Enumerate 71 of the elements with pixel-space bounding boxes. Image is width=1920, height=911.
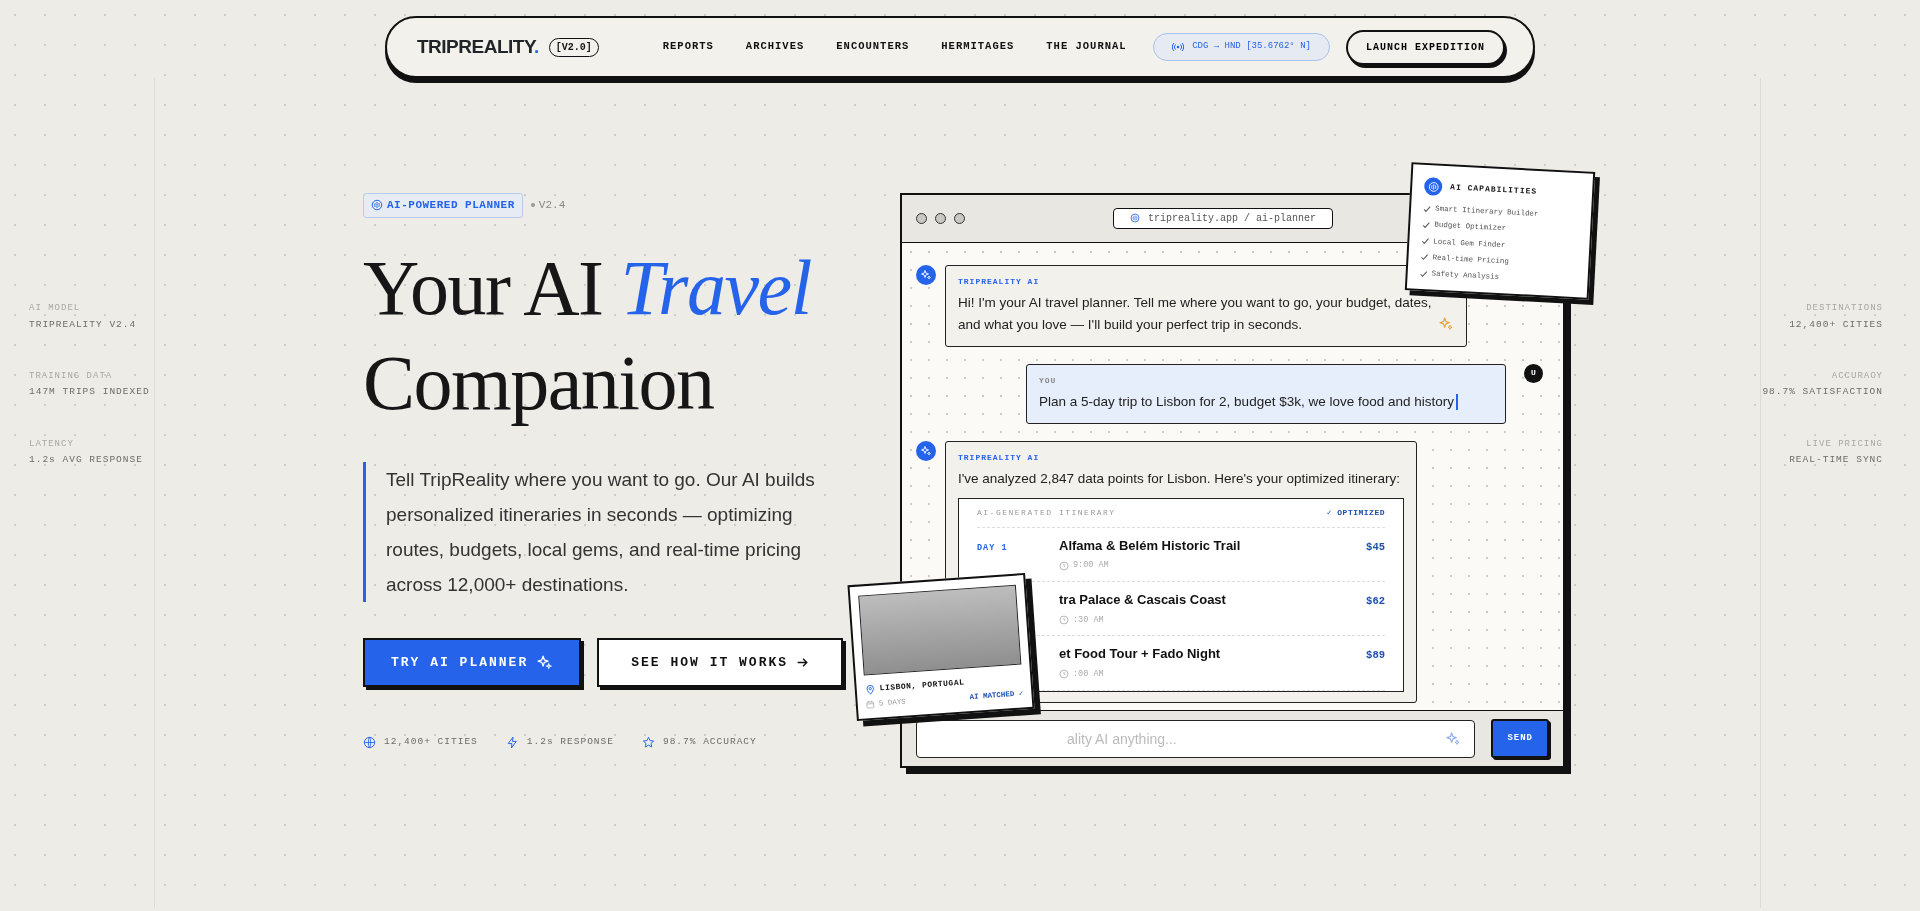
clock-icon — [1059, 560, 1069, 571]
stat-value: 12,400+ CITIES — [1788, 317, 1883, 332]
stat-label: LATENCY — [29, 437, 75, 451]
sender-label: TRIPREALITY AI — [958, 451, 1041, 464]
location-label: LISBON, PORTUGAL — [879, 676, 965, 695]
stat-value: 147M TRIPS INDEXED — [29, 385, 151, 400]
dot-icon — [530, 203, 535, 208]
activity-title: Alfama & Belém Historic Trail — [1059, 536, 1242, 555]
hero-description: Tell TripReality where you want to go. Our AI builds personalized itineraries in seconds — optimizing routes, budgets, local gems, and real-time pricing across 12,000+ destinations. — [363, 461, 833, 602]
hero-stat: 1.2s RESPONSE — [526, 735, 614, 750]
hero-heading: Your AI Travel Companion — [363, 242, 812, 428]
clock-icon — [1059, 614, 1069, 625]
nav-link[interactable]: REPORTS — [662, 39, 714, 55]
hero-stat: 12,400+ CITIES — [384, 735, 478, 750]
message-text: Plan a 5-day trip to Lisbon for 2, budget $3k, we love food and history — [1039, 392, 1454, 411]
stat-label: LIVE PRICING — [1805, 437, 1883, 451]
star-icon — [641, 735, 655, 749]
activity-time: :30 AM — [1073, 613, 1104, 627]
hero-stat: 98.7% ACCURACY — [662, 735, 757, 750]
address-bar: tripreality.app / ai-planner — [1113, 207, 1333, 229]
brand-logo[interactable]: TRIPREALITY. — [417, 32, 539, 62]
location-pin-icon — [864, 683, 877, 695]
sender-label: YOU — [1039, 374, 1058, 387]
stat-value: REAL-TIME SYNC — [1788, 453, 1883, 467]
arrow-right-icon — [796, 656, 810, 670]
broadcast-icon — [1172, 42, 1185, 52]
user-avatar: U — [1524, 363, 1543, 383]
stat-label: DESTINATIONS — [1805, 302, 1883, 315]
sparkle-icon — [536, 654, 554, 672]
globe-icon — [363, 735, 376, 749]
nav-link[interactable]: THE JOURNAL — [1046, 39, 1127, 55]
see-how-it-works-button[interactable]: SEE HOW IT WORKS — [597, 637, 844, 688]
launch-expedition-button[interactable]: LAUNCH EXPEDITION — [1345, 29, 1505, 65]
stat-label: AI MODEL — [29, 302, 82, 315]
activity-price: $89 — [1366, 648, 1385, 664]
activity-title: tra Palace & Cascais Coast — [1059, 591, 1227, 610]
message-text: I've analyzed 2,847 data points for Lisbon. Here's your optimized itinerary: — [958, 469, 1400, 488]
text-cursor — [1456, 393, 1458, 410]
window-dot — [916, 212, 927, 224]
stat-value: 98.7% SATISFACTION — [1761, 385, 1883, 400]
send-button[interactable]: SEND — [1491, 718, 1549, 759]
chat-input[interactable]: ality AI anything... — [916, 719, 1476, 758]
sparkle-icon — [1438, 315, 1454, 332]
nav-link[interactable]: ENCOUNTERS — [836, 39, 910, 55]
card-title: AI CAPABILITIES — [1449, 181, 1538, 198]
bolt-icon — [505, 735, 519, 749]
activity-price: $62 — [1366, 594, 1385, 610]
sparkle-icon — [1445, 730, 1462, 747]
route-indicator: CDG → HND [35.6762° N] — [1153, 33, 1330, 61]
activity-price: $45 — [1366, 539, 1385, 555]
nav-link[interactable]: ARCHIVES — [745, 39, 805, 55]
stat-value: 1.2s AVG RESPONSE — [29, 453, 144, 467]
clock-icon — [1059, 669, 1069, 680]
calendar-icon — [865, 699, 876, 710]
activity-title: et Food Tour + Fado Night — [1059, 645, 1222, 664]
window-dot — [954, 212, 965, 224]
day-label: DAY 1 — [977, 542, 1008, 553]
version-label: V2.4 — [538, 198, 566, 213]
activity-time: :00 AM — [1073, 667, 1104, 681]
nav-link[interactable]: HERMITAGES — [941, 39, 1015, 55]
feature-badge: AI-POWERED PLANNER — [363, 193, 523, 218]
stat-label: TRAINING DATA — [29, 369, 114, 383]
message-text: Hi! I'm your AI travel planner. Tell me where you want to go, your budget, dates, and what you love — I'll build your perfect trip in seconds. — [958, 293, 1433, 334]
sender-label: TRIPREALITY AI — [958, 275, 1041, 288]
stat-value: TRIPREALITY V2.4 — [29, 317, 138, 332]
itinerary-title: AI-GENERATED ITINERARY — [977, 506, 1116, 519]
status-label: ✓ OPTIMIZED — [1326, 506, 1385, 519]
activity-time: 9:00 AM — [1073, 559, 1109, 573]
try-ai-planner-button[interactable]: TRY AI PLANNER — [363, 637, 582, 688]
window-dot — [935, 212, 946, 224]
stat-label: ACCURACY — [1830, 369, 1883, 383]
